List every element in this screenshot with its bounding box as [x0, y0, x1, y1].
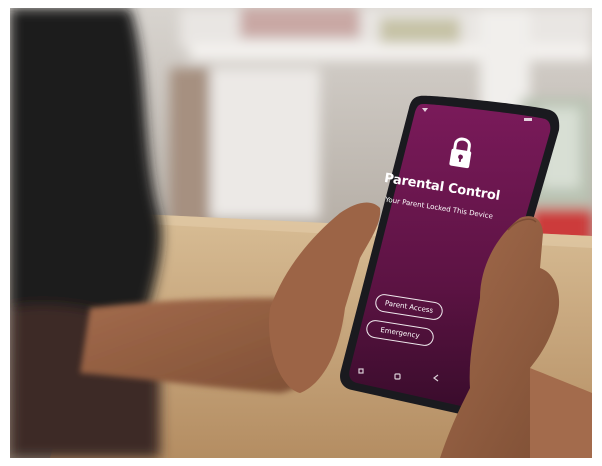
battery-icon — [524, 118, 532, 121]
photo-scene — [10, 8, 592, 458]
child-silhouette — [10, 8, 162, 458]
photo-frame: Parental Control Your Parent Locked This… — [10, 8, 592, 458]
